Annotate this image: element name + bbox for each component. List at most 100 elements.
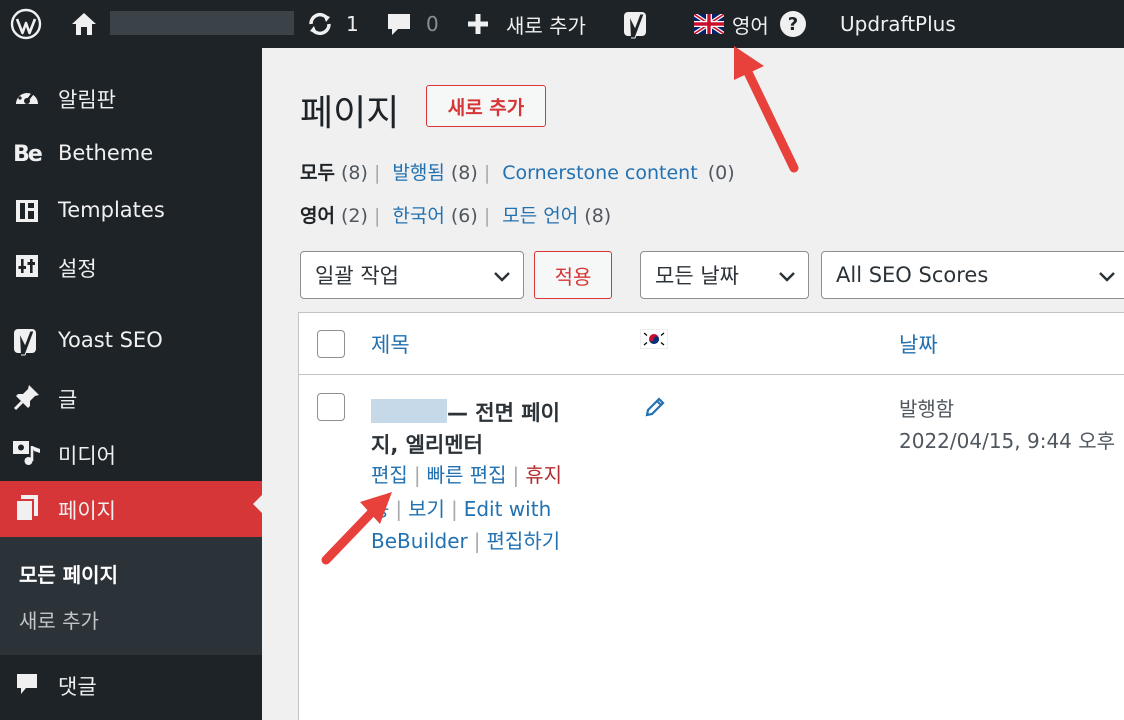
korean-flag-icon (639, 328, 669, 353)
new-content-label: 새로 추가 (506, 13, 586, 38)
separator: | (473, 529, 481, 553)
chevron-down-icon (779, 272, 795, 282)
settings-sliders-icon (12, 252, 42, 280)
pushpin-icon (12, 383, 42, 411)
filter-cornerstone-count: (0) (707, 162, 735, 184)
separator: | (450, 497, 458, 521)
sidebar-item-betheme[interactable]: Be Betheme (0, 131, 262, 177)
home-icon[interactable] (70, 0, 98, 48)
row-actions-line-1: 편집 | 빠른 편집 | 휴지 (371, 459, 562, 491)
edit-page-link[interactable]: 편집하기 (487, 529, 561, 553)
bulk-action-value: 일괄 작업 (315, 264, 399, 288)
filter-english-count: (2) (341, 205, 368, 227)
add-new-page-button[interactable]: 새로 추가 (426, 85, 546, 127)
filter-all[interactable]: 모두 (300, 162, 335, 184)
language-filter-links: 영어 (2) | 한국어 (6) | 모든 언어 (8) (300, 201, 611, 228)
sidebar-item-media[interactable]: 미디어 (0, 430, 262, 476)
comment-bubble-icon (388, 14, 410, 35)
edit-with-link[interactable]: Edit with (464, 497, 552, 521)
quick-edit-link[interactable]: 빠른 편집 (427, 463, 507, 487)
sidebar-item-label: 글 (58, 388, 78, 412)
uk-flag-icon (694, 14, 724, 34)
language-switcher[interactable]: 영어 (694, 0, 769, 48)
seo-score-filter-select[interactable]: All SEO Scores (821, 251, 1124, 299)
wordpress-logo-icon[interactable] (10, 0, 42, 48)
updates-link[interactable]: 1 (306, 0, 359, 48)
templates-layout-icon (12, 197, 42, 225)
sidebar-item-label: 페이지 (58, 499, 116, 523)
yoast-icon[interactable] (622, 0, 652, 48)
select-all-checkbox[interactable] (317, 330, 345, 358)
apply-button[interactable]: 적용 (534, 251, 612, 299)
column-title-header[interactable]: 제목 (371, 329, 410, 359)
sidebar-item-label: Betheme (58, 141, 154, 165)
sidebar-item-posts[interactable]: 글 (0, 374, 262, 420)
sidebar-item-yoast-seo[interactable]: Yoast SEO (0, 318, 262, 364)
help-glyph: ? (780, 11, 806, 37)
pages-icon (12, 494, 42, 522)
page-title: 페이지 (300, 93, 400, 134)
separator: | (483, 162, 491, 184)
media-icon (12, 439, 42, 467)
sidebar-item-settings[interactable]: 설정 (0, 243, 262, 289)
dashboard-gauge-icon (12, 83, 42, 111)
site-name-redacted[interactable] (110, 11, 294, 35)
view-link[interactable]: 보기 (408, 497, 445, 521)
post-status: 발행함 (899, 397, 955, 421)
trash-link[interactable]: 휴지 (525, 463, 562, 487)
row-checkbox[interactable] (317, 393, 345, 421)
filter-english[interactable]: 영어 (300, 205, 335, 227)
sidebar-item-label: 알림판 (58, 88, 116, 112)
pencil-icon[interactable] (643, 395, 667, 423)
comments-link[interactable]: 0 (386, 0, 439, 48)
betheme-icon-text: Be (13, 141, 43, 167)
filter-published-count: (8) (450, 162, 478, 184)
sidebar-item-dashboard[interactable]: 알림판 (0, 74, 262, 120)
help-icon[interactable]: ? (780, 0, 806, 48)
submenu-add-new[interactable]: 새로 추가 (19, 605, 99, 634)
seo-score-value: All SEO Scores (836, 263, 989, 287)
bebuilder-link[interactable]: BeBuilder (371, 529, 468, 553)
sidebar-item-label: 설정 (58, 257, 97, 281)
refresh-icon (309, 13, 331, 35)
wp-admin-window: 1 0 새로 추가 영어 ? UpdraftPlus 알림판 Be Bethem… (0, 0, 1124, 720)
chevron-down-icon (1099, 272, 1115, 282)
sidebar-item-label: 댓글 (58, 675, 97, 699)
column-date-header[interactable]: 날짜 (899, 329, 938, 359)
pages-table: 제목 날짜 — 전면 페이지, 엘리멘터 발행함 2022/04/15, 9:4… (298, 312, 1124, 720)
duplicate-link[interactable]: 동 (371, 497, 389, 521)
separator: | (373, 205, 381, 227)
submenu-all-pages[interactable]: 모든 페이지 (19, 559, 118, 588)
yoast-icon (12, 327, 42, 356)
pages-submenu: 모든 페이지 새로 추가 (0, 537, 262, 655)
admin-bar: 1 0 새로 추가 영어 ? UpdraftPlus (0, 0, 1124, 48)
filter-published[interactable]: 발행됨 (392, 162, 444, 184)
betheme-icon: Be (12, 140, 43, 168)
plus-icon (468, 14, 488, 34)
date-filter-value: 모든 날짜 (655, 264, 739, 288)
separator: | (512, 463, 520, 487)
new-content-link[interactable]: 새로 추가 (466, 0, 586, 48)
edit-link[interactable]: 편집 (371, 463, 408, 487)
filter-korean-count: (6) (450, 205, 478, 227)
chevron-down-icon (494, 272, 510, 282)
filter-all-count: (8) (341, 162, 368, 184)
language-label: 영어 (732, 13, 769, 38)
sidebar-item-pages[interactable]: 페이지 (0, 481, 262, 537)
sidebar-item-comments[interactable]: 댓글 (0, 661, 262, 707)
comments-count: 0 (426, 12, 439, 36)
updraftplus-link[interactable]: UpdraftPlus (840, 0, 956, 48)
filter-cornerstone[interactable]: Cornerstone content (502, 162, 697, 184)
page-title-redacted (371, 399, 447, 423)
filter-all-languages-count: (8) (584, 205, 612, 227)
row-actions-line-3: BeBuilder | 편집하기 (371, 525, 560, 557)
date-filter-select[interactable]: 모든 날짜 (640, 251, 809, 299)
filter-korean[interactable]: 한국어 (392, 205, 444, 227)
separator: | (483, 205, 491, 227)
page-row-title[interactable]: — 전면 페이지, 엘리멘터 (371, 397, 586, 461)
post-date: 2022/04/15, 9:44 오후 (899, 429, 1116, 453)
bulk-action-select[interactable]: 일괄 작업 (300, 251, 524, 299)
sidebar-item-templates[interactable]: Templates (0, 188, 262, 234)
filter-all-languages[interactable]: 모든 언어 (502, 205, 578, 227)
table-header: 제목 날짜 (299, 313, 1124, 375)
